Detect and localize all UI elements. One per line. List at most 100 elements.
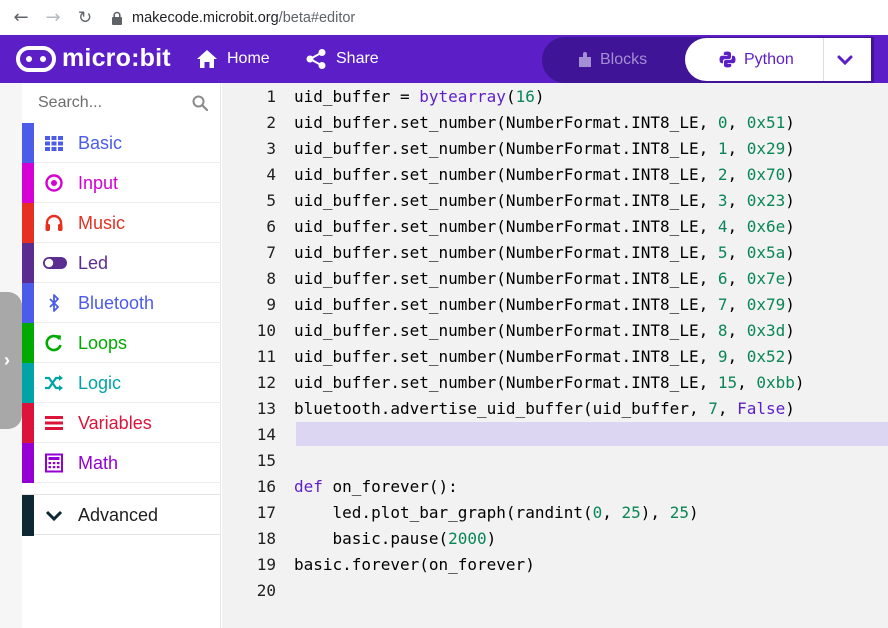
code-line[interactable]: 20 xyxy=(222,578,888,604)
category-color-bar xyxy=(22,163,34,203)
code-token: ) xyxy=(688,503,699,522)
category-led[interactable]: Led xyxy=(22,243,221,283)
code-token: uid_buffer.set_number(NumberFormat.INT8_… xyxy=(294,373,718,392)
code-line[interactable]: 5 uid_buffer.set_number(NumberFormat.INT8… xyxy=(222,188,888,214)
code-token: basic.forever(on_forever) xyxy=(294,555,535,574)
code-line[interactable]: 10 uid_buffer.set_number(NumberFormat.INT… xyxy=(222,318,888,344)
code-token: , xyxy=(727,321,747,340)
back-arrow-icon[interactable]: ← xyxy=(10,7,32,29)
code-token: ) xyxy=(785,217,795,236)
category-math[interactable]: Math xyxy=(22,443,221,483)
code-text: basic.forever(on_forever) xyxy=(294,552,535,578)
category-logic[interactable]: Logic xyxy=(22,363,221,403)
microbit-logo-icon xyxy=(16,45,56,72)
line-number: 11 xyxy=(256,347,276,366)
expand-simulator-button[interactable]: › xyxy=(0,292,22,429)
code-line[interactable]: 11 uid_buffer.set_number(NumberFormat.INT… xyxy=(222,344,888,370)
category-label: Variables xyxy=(78,413,152,433)
code-token: , xyxy=(717,399,738,418)
code-token: uid_buffer = xyxy=(294,87,420,106)
code-line[interactable]: 7 uid_buffer.set_number(NumberFormat.INT8… xyxy=(222,240,888,266)
code-editor[interactable]: 1 uid_buffer = bytearray(16) 2 uid_buffer.s… xyxy=(222,83,888,628)
browser-toolbar: ← → ↻ makecode.microbit.org/beta#editor xyxy=(0,0,888,35)
code-token: 0x52 xyxy=(746,347,786,366)
code-line[interactable]: 12 uid_buffer.set_number(NumberFormat.INT… xyxy=(222,370,888,396)
chevron-down-icon[interactable] xyxy=(835,50,855,70)
code-token: 16 xyxy=(515,87,535,106)
toolbox-search xyxy=(22,83,221,123)
search-input[interactable] xyxy=(38,94,188,112)
code-line[interactable]: 17 led.plot_bar_graph(randint(0, 25), 25… xyxy=(222,500,888,526)
share-icon xyxy=(306,49,326,69)
code-text: uid_buffer.set_number(NumberFormat.INT8_… xyxy=(294,318,795,344)
toggle-icon xyxy=(43,257,67,269)
category-label: Loops xyxy=(78,333,128,353)
line-number: 12 xyxy=(256,373,276,392)
home-icon xyxy=(197,50,217,68)
code-token: 0x6e xyxy=(746,217,786,236)
category-input[interactable]: Input xyxy=(22,163,221,203)
category-variables[interactable]: Variables xyxy=(22,403,221,443)
code-token: uid_buffer.set_number(NumberFormat.INT8_… xyxy=(294,347,718,366)
chevron-right-icon: › xyxy=(4,350,10,370)
python-label: Python xyxy=(744,50,794,68)
code-line[interactable]: 18 basic.pause(2000) xyxy=(222,526,888,552)
code-line[interactable]: 14 xyxy=(222,422,888,448)
category-bluetooth[interactable]: Bluetooth xyxy=(22,283,221,323)
code-token: 0x5a xyxy=(746,243,786,262)
category-music[interactable]: Music xyxy=(22,203,221,243)
loop-icon xyxy=(45,334,62,352)
code-text: uid_buffer = bytearray(16) xyxy=(294,84,544,110)
code-token: bytearray xyxy=(419,87,506,106)
bluetooth-icon xyxy=(49,294,59,312)
code-text: uid_buffer.set_number(NumberFormat.INT8_… xyxy=(294,344,795,370)
code-token: ) xyxy=(785,321,795,340)
python-tab[interactable]: Python xyxy=(685,38,871,81)
search-icon[interactable] xyxy=(192,95,208,111)
forward-arrow-icon[interactable]: → xyxy=(42,7,64,29)
code-line[interactable]: 2 uid_buffer.set_number(NumberFormat.INT8… xyxy=(222,110,888,136)
code-line[interactable]: 1 uid_buffer = bytearray(16) xyxy=(222,84,888,110)
line-number: 20 xyxy=(256,581,276,600)
home-button[interactable]: Home xyxy=(196,35,270,83)
category-basic[interactable]: Basic xyxy=(22,123,221,163)
blocks-tab[interactable]: Blocks xyxy=(578,37,647,83)
code-token: 0x70 xyxy=(746,165,786,184)
advanced-label: Advanced xyxy=(78,505,159,525)
toolbox: Basic Input Music Led Bluetooth xyxy=(22,83,221,628)
code-text: uid_buffer.set_number(NumberFormat.INT8_… xyxy=(294,292,795,318)
code-line[interactable]: 16 def on_forever(): xyxy=(222,474,888,500)
category-loops[interactable]: Loops xyxy=(22,323,221,363)
code-line[interactable]: 9 uid_buffer.set_number(NumberFormat.INT8… xyxy=(222,292,888,318)
code-line[interactable]: 6 uid_buffer.set_number(NumberFormat.INT8… xyxy=(222,214,888,240)
url-path: /beta#editor xyxy=(278,9,356,26)
share-button[interactable]: Share xyxy=(305,35,379,83)
code-token: , xyxy=(727,269,747,288)
code-token: 15 xyxy=(717,373,738,392)
line-number: 19 xyxy=(256,555,276,574)
code-token: uid_buffer.set_number(NumberFormat.INT8_… xyxy=(294,269,718,288)
reload-icon[interactable]: ↻ xyxy=(74,7,96,29)
url-host: makecode.microbit.org xyxy=(132,9,279,26)
microbit-logo[interactable]: micro:bit xyxy=(16,44,171,73)
code-line[interactable]: 13 bluetooth.advertise_uid_buffer(uid_buf… xyxy=(222,396,888,422)
line-number: 7 xyxy=(266,243,276,262)
category-color-bar xyxy=(22,323,34,363)
code-line[interactable]: 3 uid_buffer.set_number(NumberFormat.INT8… xyxy=(222,136,888,162)
code-line[interactable]: 4 uid_buffer.set_number(NumberFormat.INT8… xyxy=(222,162,888,188)
code-text: led.plot_bar_graph(randint(0, 25), 25) xyxy=(294,500,699,526)
code-token: uid_buffer.set_number(NumberFormat.INT8_… xyxy=(294,295,718,314)
code-token: , xyxy=(602,503,622,522)
category-advanced[interactable]: Advanced xyxy=(22,494,221,536)
code-text: uid_buffer.set_number(NumberFormat.INT8_… xyxy=(294,370,805,396)
code-token: uid_buffer.set_number(NumberFormat.INT8_… xyxy=(294,321,718,340)
category-label: Bluetooth xyxy=(78,293,155,313)
code-line[interactable]: 8 uid_buffer.set_number(NumberFormat.INT8… xyxy=(222,266,888,292)
code-line[interactable]: 19 basic.forever(on_forever) xyxy=(222,552,888,578)
category-color-bar xyxy=(22,203,34,243)
code-text: uid_buffer.set_number(NumberFormat.INT8_… xyxy=(294,266,795,292)
code-line[interactable]: 15 xyxy=(222,448,888,474)
code-token: ) xyxy=(785,165,795,184)
code-token: , xyxy=(727,113,747,132)
address-bar[interactable]: makecode.microbit.org/beta#editor xyxy=(110,4,355,32)
